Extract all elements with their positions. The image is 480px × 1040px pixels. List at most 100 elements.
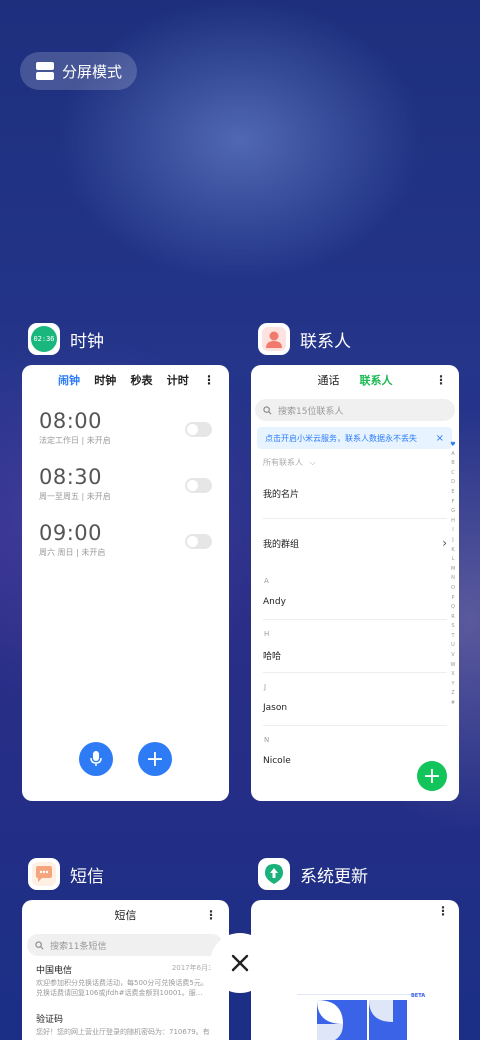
contact-row[interactable]: Andy: [251, 585, 459, 619]
index-letter[interactable]: X: [449, 670, 457, 680]
contacts-search-input[interactable]: 搜索15位联系人: [255, 399, 455, 421]
search-icon: [263, 405, 272, 414]
index-letter[interactable]: O: [449, 584, 457, 594]
index-letter[interactable]: L: [449, 555, 457, 565]
index-letter[interactable]: J: [449, 536, 457, 546]
contacts-tabs: 通话 联系人 ⋮: [251, 365, 459, 395]
contact-row[interactable]: 哈哈: [251, 638, 459, 672]
contact-row[interactable]: Jason: [251, 691, 459, 725]
index-letter[interactable]: W: [449, 661, 457, 671]
add-contact-button[interactable]: +: [417, 761, 447, 791]
my-card-row[interactable]: 我的名片: [251, 468, 459, 518]
index-letter[interactable]: I: [449, 526, 457, 536]
close-icon[interactable]: ×: [436, 433, 444, 444]
contact-name: 哈哈: [263, 651, 282, 662]
clock-app-card[interactable]: 闹钟 时钟 秒表 计时 ⋮ 08:00 法定工作日 | 未开启 08:30 周一…: [22, 365, 229, 801]
index-letter[interactable]: B: [449, 459, 457, 469]
clock-app-header[interactable]: 02:36 时钟: [28, 323, 104, 355]
tab-clock[interactable]: 时钟: [94, 372, 116, 388]
index-letter[interactable]: G: [449, 507, 457, 517]
add-alarm-button[interactable]: +: [138, 742, 172, 776]
alarm-repeat: 周六 周日 | 未开启: [39, 548, 106, 557]
message-sender: 验证码: [36, 1015, 64, 1025]
sms-app-name: 短信: [70, 866, 104, 887]
message-item[interactable]: 验证码 您好！您的网上营业厅登录的随机密码为：710679。有: [22, 998, 229, 1037]
divider: [263, 725, 447, 726]
index-letter[interactable]: Y: [449, 680, 457, 690]
tab-calls[interactable]: 通话: [318, 372, 340, 388]
index-letter[interactable]: T: [449, 632, 457, 642]
contacts-app-name: 联系人: [300, 331, 351, 352]
index-letter[interactable]: Q: [449, 603, 457, 613]
sms-app-header[interactable]: 短信: [28, 858, 104, 890]
my-groups-row[interactable]: 我的群组 ›: [251, 519, 459, 567]
sms-search-input[interactable]: 搜索11条短信: [27, 934, 223, 956]
banner-text: 点击开启小米云服务，联系人数据永不丢失: [265, 433, 417, 443]
cloud-sync-banner[interactable]: 点击开启小米云服务，联系人数据永不丢失 ×: [257, 427, 452, 449]
clock-app-name: 时钟: [70, 331, 104, 352]
alarm-toggle[interactable]: [185, 534, 212, 549]
tab-alarm[interactable]: 闹钟: [58, 372, 80, 388]
more-icon[interactable]: ⋮: [435, 373, 447, 387]
my-card-label: 我的名片: [263, 489, 300, 500]
update-app-name: 系统更新: [300, 866, 368, 887]
index-letter[interactable]: K: [449, 546, 457, 556]
alarm-item[interactable]: 08:30 周一至周五 | 未开启: [22, 457, 229, 513]
index-letter[interactable]: E: [449, 488, 457, 498]
index-letter[interactable]: P: [449, 594, 457, 604]
index-letter[interactable]: S: [449, 622, 457, 632]
contacts-app-icon: [258, 323, 290, 355]
more-icon[interactable]: ⋮: [205, 908, 217, 922]
split-screen-label: 分屏模式: [62, 62, 123, 81]
alarm-repeat: 法定工作日 | 未开启: [39, 436, 111, 445]
index-letter[interactable]: D: [449, 478, 457, 488]
alarm-toggle[interactable]: [185, 478, 212, 493]
contacts-app-card[interactable]: 通话 联系人 ⋮ 搜索15位联系人 点击开启小米云服务，联系人数据永不丢失 × …: [251, 365, 459, 801]
plus-icon: +: [422, 763, 442, 789]
more-icon[interactable]: ⋮: [437, 904, 449, 918]
tab-stopwatch[interactable]: 秒表: [131, 372, 153, 388]
divider: [263, 619, 447, 620]
tab-timer[interactable]: 计时: [167, 372, 189, 388]
index-letter[interactable]: M: [449, 565, 457, 575]
chevron-right-icon: ›: [442, 536, 447, 550]
alarm-toggle[interactable]: [185, 422, 212, 437]
index-letter[interactable]: U: [449, 641, 457, 651]
index-letter[interactable]: C: [449, 469, 457, 479]
alarm-repeat: 周一至周五 | 未开启: [39, 492, 111, 501]
more-icon[interactable]: ⋮: [203, 373, 215, 387]
index-letter[interactable]: #: [449, 699, 457, 709]
index-letter[interactable]: V: [449, 651, 457, 661]
clock-tabs: 闹钟 时钟 秒表 计时 ⋮: [22, 365, 229, 395]
all-contacts-label[interactable]: 所有联系人 ⌵: [251, 449, 459, 468]
contacts-app-header[interactable]: 联系人: [258, 323, 351, 355]
message-item[interactable]: 中国电信 2017年6月30 欢迎参加积分兑换话费活动，每500分可兑换话费5元…: [22, 956, 229, 998]
search-placeholder: 搜索15位联系人: [278, 406, 344, 417]
index-letter[interactable]: R: [449, 613, 457, 623]
section-letter: N: [264, 736, 270, 744]
message-preview-line2: 兑换话费请回复106或jfdh#话费金额到10001。服...: [36, 989, 203, 997]
update-app-card[interactable]: ⋮ BETA: [251, 900, 459, 1040]
clock-icon-time: 02:36: [31, 326, 57, 352]
sms-title-bar: 短信 ⋮: [22, 900, 229, 930]
clear-all-button[interactable]: [210, 933, 270, 993]
alarm-item[interactable]: 08:00 法定工作日 | 未开启: [22, 401, 229, 457]
index-letter[interactable]: F: [449, 498, 457, 508]
voice-alarm-button[interactable]: [79, 742, 113, 776]
tab-contacts[interactable]: 联系人: [360, 372, 393, 388]
beta-badge: BETA: [411, 993, 426, 999]
index-letter[interactable]: Z: [449, 689, 457, 699]
index-letter[interactable]: A: [449, 450, 457, 460]
index-letter[interactable]: ♥: [449, 440, 457, 450]
sms-app-card[interactable]: 短信 ⋮ 搜索11条短信 中国电信 2017年6月30 欢迎参加积分兑换话费活动…: [22, 900, 229, 1040]
clock-app-icon: 02:36: [28, 323, 60, 355]
index-letter[interactable]: H: [449, 517, 457, 527]
split-screen-button[interactable]: 分屏模式: [20, 52, 137, 90]
section-letter: H: [264, 630, 270, 638]
search-placeholder: 搜索11条短信: [50, 941, 107, 952]
update-app-header[interactable]: 系统更新: [258, 858, 368, 890]
index-letter[interactable]: N: [449, 574, 457, 584]
alphabet-index-bar[interactable]: ♥ A B C D E F G H I J K L M N O P Q R S T U V W X Y Z #: [449, 440, 457, 709]
alarm-item[interactable]: 09:00 周六 周日 | 未开启: [22, 513, 229, 569]
close-icon: [231, 954, 249, 972]
